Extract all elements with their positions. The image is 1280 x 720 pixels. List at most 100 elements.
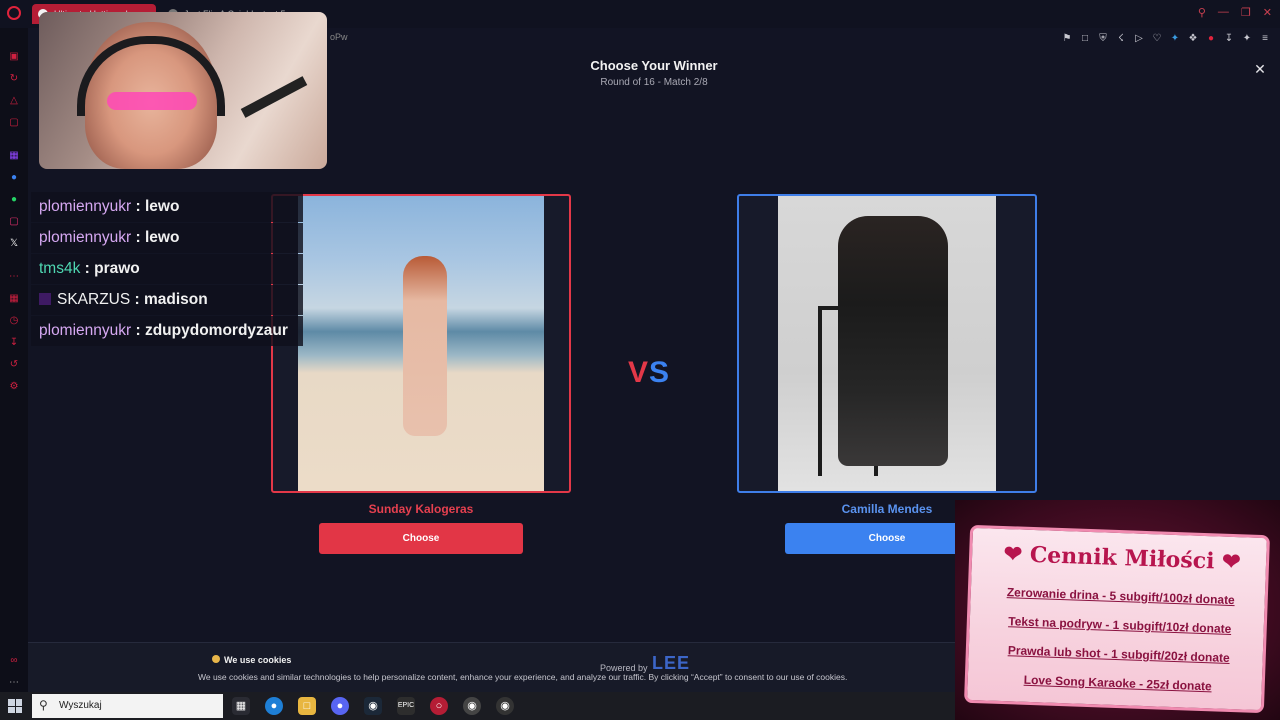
minimize-button[interactable]: — — [1218, 6, 1229, 19]
price-list-overlay: ❤ Cennik Miłości ❤ Zerowanie drina - 5 s… — [955, 500, 1280, 720]
history-icon[interactable]: ↻ — [8, 74, 20, 84]
chat-icon[interactable]: ▢ — [8, 118, 20, 128]
search-placeholder: Wyszukaj — [59, 700, 102, 711]
gx-icon[interactable]: ∞ — [8, 656, 20, 666]
ai-icon[interactable]: ✦ — [1242, 33, 1252, 44]
choose-left-button[interactable]: Choose — [319, 523, 523, 554]
webcam-overlay — [39, 12, 327, 169]
contestant-photo-right — [778, 196, 996, 491]
screen: Ultimate Hotties - Lagwy… Just Flip A Co… — [0, 0, 1280, 720]
flow-icon[interactable]: ⋯ — [8, 272, 20, 282]
chat-username: plomiennyukr — [39, 229, 132, 246]
close-dialog-button[interactable]: ✕ — [1250, 59, 1270, 79]
taskbar-apps: ▦ ● □ ● ◉ EPIC ○ ◉ ◉ — [232, 697, 514, 715]
edge-icon[interactable]: ● — [265, 697, 283, 715]
chat-username: plomiennyukr — [39, 198, 132, 215]
chat-separator: : — [131, 229, 145, 246]
steam-icon[interactable]: ◉ — [364, 697, 382, 715]
price-list-title: ❤ Cennik Miłości ❤ — [1003, 541, 1241, 576]
profile-icon[interactable]: ● — [1206, 33, 1216, 44]
chat-separator: : — [131, 198, 145, 215]
cookie-icon — [212, 655, 220, 663]
chat-text: madison — [144, 291, 208, 308]
url-fragment: oPw — [330, 32, 348, 42]
price-list-item: Zerowanie drina - 5 subgift/100zł donate — [1006, 585, 1235, 608]
versus-v: V — [628, 356, 650, 389]
opera-gx-icon[interactable]: ○ — [430, 697, 448, 715]
taskbar-search[interactable]: ⚲ Wyszukaj — [32, 694, 223, 718]
chat-message: plomiennyukr : lewo — [31, 192, 303, 222]
whatsapp-icon[interactable]: ● — [8, 195, 20, 205]
opera-logo-icon[interactable] — [7, 6, 21, 20]
versus-s: S — [649, 356, 671, 389]
chat-text: lewo — [144, 229, 180, 246]
extension-icon[interactable]: ✦ — [1170, 33, 1180, 44]
contestant-name-left: Sunday Kalogeras — [368, 502, 474, 516]
microphone-icon — [240, 76, 308, 118]
twitch-icon[interactable]: ▦ — [8, 151, 20, 161]
start-button[interactable] — [8, 699, 22, 713]
news-icon[interactable]: ▣ — [8, 52, 20, 62]
wallet-icon[interactable]: △ — [8, 96, 20, 106]
versus-label: VS — [628, 356, 670, 390]
price-list-card: ❤ Cennik Miłości ❤ Zerowanie drina - 5 s… — [963, 524, 1271, 714]
stream-chat: plomiennyukr : lewo plomiennyukr : lewo … — [31, 192, 303, 347]
recorder-icon[interactable]: ◉ — [496, 697, 514, 715]
messenger-icon[interactable]: ● — [8, 173, 20, 183]
chat-message: tms4k : prawo — [31, 254, 303, 284]
chat-text: lewo — [144, 198, 180, 215]
chat-message: plomiennyukr : lewo — [31, 223, 303, 253]
browser-sidebar: ▣ ↻ △ ▢ ▦ ● ● ▢ 𝕏 ⋯ ▦ ◷ ↧ ↺ ⚙ ∞ ⋯ — [0, 6, 28, 692]
heart-icon[interactable]: ♡ — [1152, 33, 1162, 44]
price-list-item: Tekst na podryw - 1 subgift/10zł donate — [1008, 614, 1232, 636]
chat-separator: : — [130, 291, 144, 308]
play-icon[interactable]: ▷ — [1134, 33, 1144, 44]
puzzle-icon[interactable]: ❖ — [1188, 33, 1198, 44]
downloads-icon[interactable]: ↧ — [8, 338, 20, 348]
epic-games-icon[interactable]: EPIC — [397, 697, 415, 715]
chat-text: prawo — [94, 260, 140, 277]
photo-figure — [838, 216, 948, 466]
restore-button[interactable]: ❐ — [1241, 6, 1251, 19]
window-controls: ⚲ — ❐ ✕ — [1198, 6, 1272, 19]
cookie-title-text: We use cookies — [224, 655, 292, 665]
contestant-card-left[interactable] — [271, 194, 571, 493]
chat-username: SKARZUS — [57, 291, 131, 308]
windows-taskbar: ⚲ Wyszukaj ▦ ● □ ● ◉ EPIC ○ ◉ ◉ — [0, 692, 955, 720]
shield-icon[interactable]: ⛨ — [1098, 33, 1108, 44]
translate-icon[interactable]: ☇ — [1116, 33, 1126, 44]
contestant-card-right[interactable] — [737, 194, 1037, 493]
chat-message: SKARZUS : madison — [31, 285, 303, 315]
chat-text: zdupydomordyzaur — [144, 322, 288, 339]
settings-icon[interactable]: ⚙ — [8, 382, 20, 392]
apps-icon[interactable]: ▦ — [8, 294, 20, 304]
menu-icon[interactable]: ≡ — [1260, 33, 1270, 44]
bookmark-icon[interactable]: ⚑ — [1062, 33, 1072, 44]
reload-icon[interactable]: ↺ — [8, 360, 20, 370]
search-tabs-icon[interactable]: ⚲ — [1198, 6, 1206, 19]
file-explorer-icon[interactable]: □ — [298, 697, 316, 715]
clock-icon[interactable]: ◷ — [8, 316, 20, 326]
photo-figure — [403, 256, 447, 436]
more-icon[interactable]: ⋯ — [8, 678, 20, 688]
price-list-item: Love Song Karaoke - 25zł donate — [1023, 672, 1212, 694]
chat-message: plomiennyukr : zdupydomordyzaur — [31, 316, 303, 346]
task-view-icon[interactable]: ▦ — [232, 697, 250, 715]
instagram-icon[interactable]: ▢ — [8, 217, 20, 227]
discord-icon[interactable]: ● — [331, 697, 349, 715]
cookie-text: We use cookies and similar technologies … — [198, 672, 848, 682]
download-icon[interactable]: ↧ — [1224, 33, 1234, 44]
extension-toolbar: ⚑ □ ⛨ ☇ ▷ ♡ ✦ ❖ ● ↧ ✦ ≡ — [1062, 33, 1270, 44]
obs-icon[interactable]: ◉ — [463, 697, 481, 715]
chat-separator: : — [131, 322, 145, 339]
price-list-item: Prawda lub shot - 1 subgift/20zł donate — [1007, 643, 1230, 665]
close-window-button[interactable]: ✕ — [1263, 6, 1272, 19]
subscriber-badge-icon — [39, 293, 51, 305]
search-icon: ⚲ — [39, 698, 48, 712]
cookie-title: We use cookies — [212, 655, 291, 665]
chat-separator: : — [80, 260, 95, 277]
x-icon[interactable]: 𝕏 — [8, 239, 20, 249]
snapshot-icon[interactable]: □ — [1080, 33, 1090, 44]
glasses-icon — [107, 92, 197, 110]
chat-username: tms4k — [39, 260, 81, 277]
